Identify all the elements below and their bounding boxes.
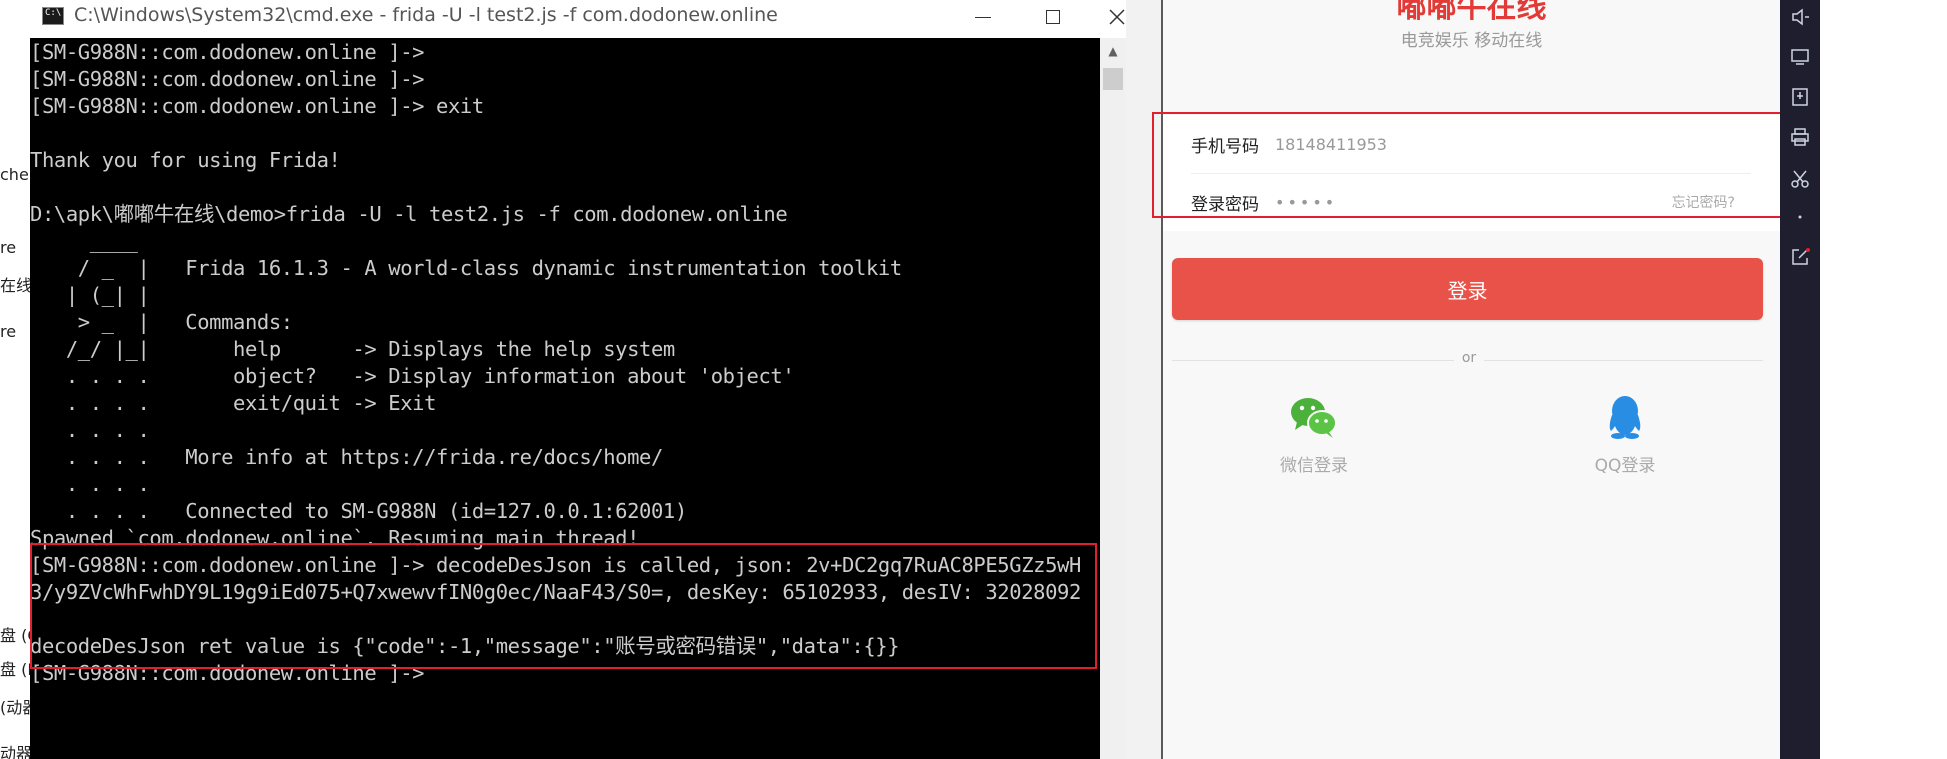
- wechat-icon: [1291, 398, 1337, 438]
- console-line: . . . . Connected to SM-G988N (id=127.0.…: [30, 499, 687, 523]
- fragment-text: 在线: [0, 276, 30, 295]
- window-title: C:\Windows\System32\cmd.exe - frida -U -…: [74, 4, 778, 26]
- console-line: . . . . exit/quit -> Exit: [30, 391, 437, 415]
- phone-input[interactable]: 18148411953: [1275, 135, 1387, 154]
- console-line: / _ | Frida 16.1.3 - A world-class dynam…: [30, 256, 902, 280]
- console-line: . . . . More info at https://frida.re/do…: [30, 445, 664, 469]
- phone-field[interactable]: 手机号码 18148411953: [1191, 115, 1751, 174]
- qq-login-button[interactable]: QQ登录: [1545, 395, 1705, 476]
- console-line: decodeDesJson ret value is {"code":-1,"m…: [30, 634, 900, 658]
- login-button[interactable]: 登录: [1172, 258, 1763, 320]
- emulator-screen: 嘟嘟牛在线 电竞娱乐 移动在线 手机号码 18148411953 登录密码 ••…: [1163, 0, 1780, 759]
- fragment-text: re: [0, 238, 17, 257]
- console-line: Spawned `com.dodonew.online`. Resuming m…: [30, 526, 640, 550]
- qq-label: QQ登录: [1594, 456, 1656, 476]
- console-line: . . . .: [30, 472, 150, 496]
- fragment-text: re: [0, 322, 17, 341]
- password-input[interactable]: •••••: [1275, 193, 1337, 212]
- more-icon[interactable]: [1789, 206, 1811, 228]
- console-line: [SM-G988N::com.dodonew.online ]-> decode…: [30, 553, 1081, 577]
- desktop-background: [1820, 0, 1947, 759]
- close-icon: [1109, 9, 1125, 25]
- console-line: 3/y9ZVcWhFwhDY9L19g9iEd075+Q7xwewvfIN0g0…: [30, 580, 1081, 604]
- fragment-text[interactable]: (动器: [0, 694, 30, 718]
- console-line: | (_| |: [30, 283, 150, 307]
- password-label: 登录密码: [1191, 194, 1259, 215]
- cmd-window: C:\Windows\System32\cmd.exe - frida -U -…: [30, 0, 1126, 759]
- phone-label: 手机号码: [1191, 136, 1259, 157]
- left-explorer-fragment: che re 在线 re 盘 (C 盘 (D (动器 动器: [0, 0, 30, 759]
- app-title: 嘟嘟牛在线: [1396, 0, 1547, 25]
- scroll-thumb[interactable]: [1103, 68, 1123, 90]
- console-line: [SM-G988N::com.dodonew.online ]->: [30, 661, 425, 685]
- app-subtitle: 电竞娱乐 移动在线: [1400, 31, 1543, 51]
- screen-icon[interactable]: [1789, 46, 1811, 68]
- cmd-icon: [42, 7, 64, 25]
- or-label: or: [1454, 350, 1484, 366]
- title-bar[interactable]: C:\Windows\System32\cmd.exe - frida -U -…: [30, 0, 1126, 39]
- share-icon[interactable]: [1789, 246, 1811, 268]
- vertical-scrollbar[interactable]: ▲: [1100, 38, 1126, 759]
- fragment-text[interactable]: 动器: [0, 740, 30, 759]
- wechat-login-button[interactable]: 微信登录: [1234, 395, 1394, 476]
- fragment-text[interactable]: 盘 (C: [0, 622, 30, 646]
- console-line: . . . .: [30, 418, 150, 442]
- forgot-password-link[interactable]: 忘记密码?: [1672, 192, 1735, 212]
- wechat-label: 微信登录: [1280, 456, 1348, 476]
- console-line: /_/ |_| help -> Displays the help system: [30, 337, 675, 361]
- volume-down-icon[interactable]: [1789, 6, 1811, 28]
- minimize-button[interactable]: [948, 0, 1018, 34]
- window-gap: [1126, 0, 1163, 759]
- console-line: Thank you for using Frida!: [30, 148, 341, 172]
- console-line: [SM-G988N::com.dodonew.online ]->: [30, 40, 425, 64]
- maximize-button[interactable]: [1018, 0, 1088, 34]
- fragment-text: che: [0, 165, 29, 184]
- password-field[interactable]: 登录密码 ••••• 忘记密码?: [1191, 173, 1751, 231]
- console-line: [SM-G988N::com.dodonew.online ]->: [30, 67, 425, 91]
- print-icon[interactable]: [1789, 126, 1811, 148]
- console-line: ____: [30, 229, 138, 253]
- console-output[interactable]: [SM-G988N::com.dodonew.online ]->[SM-G98…: [30, 38, 1100, 759]
- console-line: > _ | Commands:: [30, 310, 293, 334]
- console-line: D:\apk\嘟嘟牛在线\demo>frida -U -l test2.js -…: [30, 202, 788, 226]
- console-line: [SM-G988N::com.dodonew.online ]-> exit: [30, 94, 484, 118]
- emulator-toolbar: [1780, 0, 1820, 759]
- fragment-text[interactable]: 盘 (D: [0, 656, 30, 680]
- console-line: . . . . object? -> Display information a…: [30, 364, 795, 388]
- scroll-up-icon[interactable]: ▲: [1100, 38, 1126, 64]
- apk-install-icon[interactable]: [1789, 86, 1811, 108]
- scissors-icon[interactable]: [1789, 168, 1811, 190]
- qq-icon: [1609, 396, 1641, 439]
